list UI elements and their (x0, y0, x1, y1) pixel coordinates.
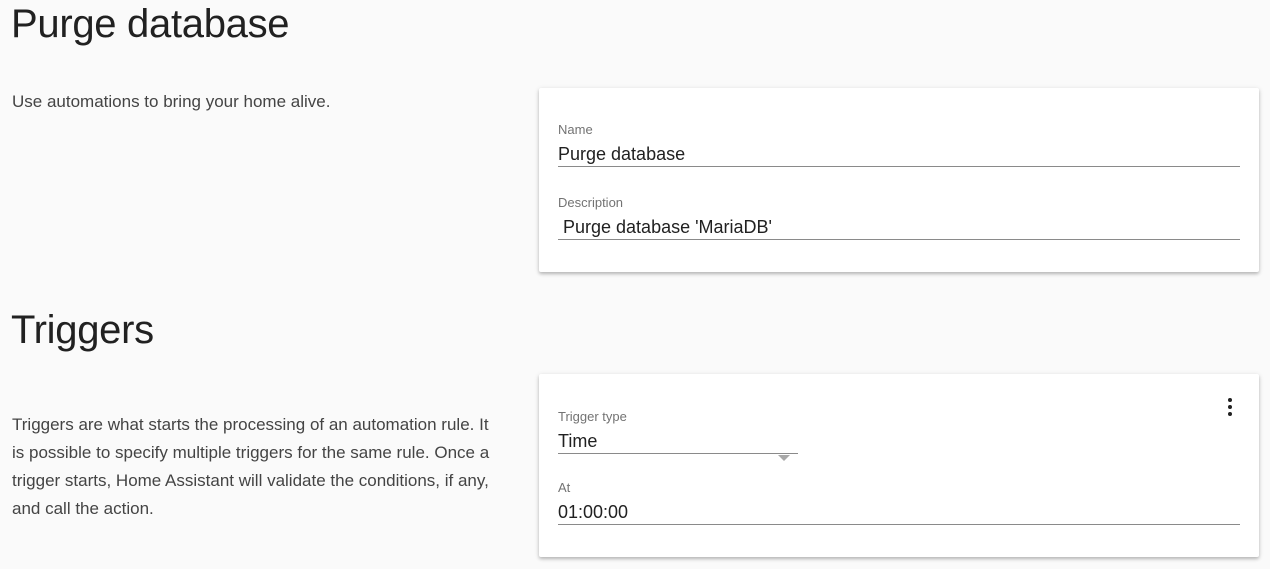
description-field[interactable]: Description Purge database 'MariaDB' (558, 195, 1240, 240)
trigger-type-select[interactable]: Time (558, 428, 798, 461)
trigger-type-value: Time (558, 431, 598, 451)
automation-details-card: Name Purge database Description Purge da… (539, 88, 1259, 272)
at-field[interactable]: At 01:00:00 (558, 480, 1240, 525)
at-label: At (558, 480, 571, 495)
trigger-type-dropdown[interactable]: Trigger type Time (558, 409, 798, 461)
name-field[interactable]: Name Purge database (558, 122, 1240, 167)
page-title: Purge database (11, 2, 290, 46)
description-input[interactable]: Purge database 'MariaDB' (558, 214, 1240, 240)
trigger-card: Trigger type Time At 01:00:00 (539, 374, 1259, 557)
more-vert-icon[interactable] (1227, 398, 1233, 418)
automation-intro: Use automations to bring your home alive… (12, 92, 331, 111)
dropdown-arrow-icon (778, 455, 790, 461)
name-input[interactable]: Purge database (558, 141, 1240, 167)
description-label: Description (558, 195, 624, 210)
triggers-title: Triggers (11, 308, 154, 352)
at-input[interactable]: 01:00:00 (558, 499, 1240, 525)
triggers-intro: Triggers are what starts the processing … (12, 415, 490, 518)
name-label: Name (558, 122, 593, 137)
trigger-type-label: Trigger type (558, 409, 627, 424)
